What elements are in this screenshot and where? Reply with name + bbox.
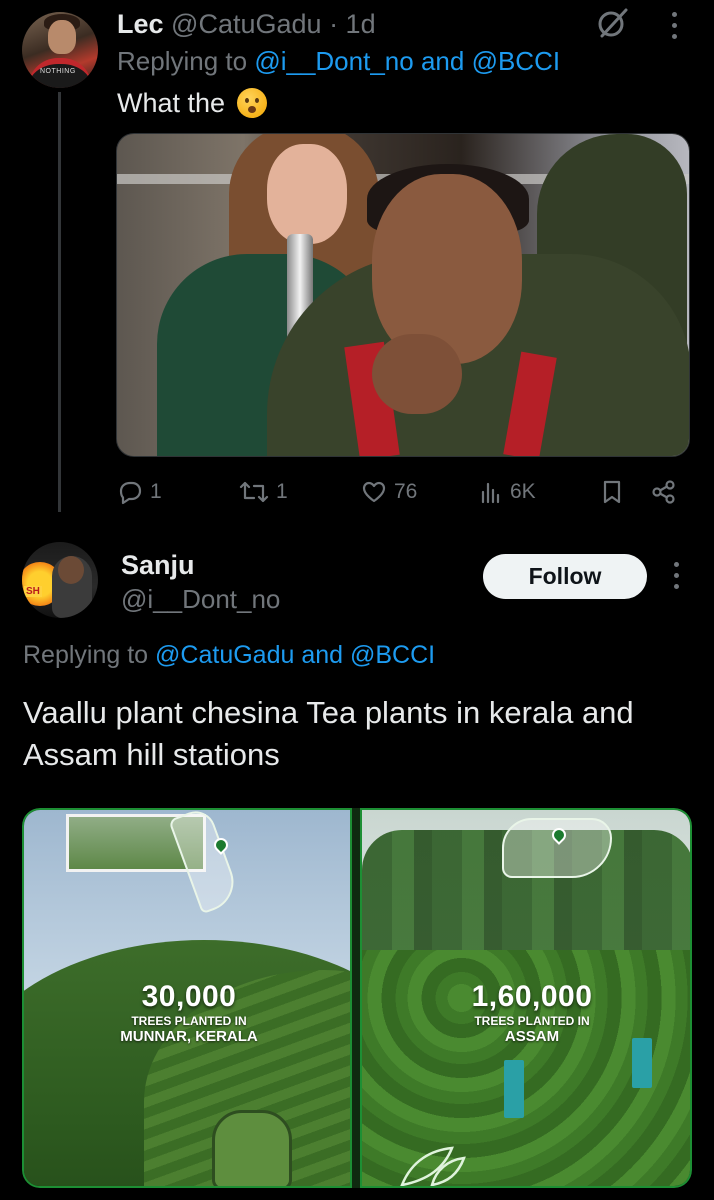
- tweet-text: Vaallu plant chesina Tea plants in keral…: [23, 695, 634, 772]
- reply-button[interactable]: 1: [116, 472, 162, 512]
- more-options-icon[interactable]: [672, 562, 682, 592]
- author-handle[interactable]: @CatuGadu: [171, 9, 322, 39]
- like-button[interactable]: 76: [360, 472, 417, 512]
- stat-number: 30,000: [141, 980, 237, 1013]
- views-count: 6K: [510, 480, 536, 503]
- follow-button[interactable]: Follow: [483, 554, 647, 599]
- stat-card: 1,60,000 TREES PLANTED IN ASSAM: [442, 980, 622, 1045]
- tea-sack-icon: [212, 1110, 292, 1186]
- tweet-header: Lec @CatuGadu · 1d: [117, 8, 376, 40]
- stat-label: TREES PLANTED IN: [474, 1014, 590, 1028]
- retweet-icon: [239, 481, 269, 503]
- replying-to: Replying to @CatuGadu and @BCCI: [23, 641, 435, 670]
- share-icon: [652, 480, 675, 504]
- mention-link[interactable]: @BCCI: [350, 641, 435, 669]
- stat-place: ASSAM: [504, 1028, 560, 1045]
- replying-and: and: [420, 46, 465, 76]
- avatar[interactable]: SH: [22, 542, 98, 618]
- more-options-icon[interactable]: [670, 12, 680, 40]
- replying-to: Replying to @i__Dont_no and @BCCI: [117, 46, 560, 77]
- stat-number: 1,60,000: [471, 980, 593, 1013]
- tweet-media-image[interactable]: [116, 133, 690, 457]
- reply-count: 1: [150, 480, 162, 503]
- tweet-text-content: What the: [117, 88, 226, 118]
- share-button[interactable]: [650, 472, 678, 512]
- replying-prefix: Replying to: [117, 46, 248, 76]
- retweet-count: 1: [276, 480, 288, 503]
- mention-link[interactable]: @BCCI: [472, 46, 561, 76]
- tea-leaf-icon: [392, 1130, 472, 1186]
- tweet-text: What the: [117, 88, 267, 119]
- bookmark-icon: [603, 480, 621, 504]
- stat-label: TREES PLANTED IN: [131, 1014, 247, 1028]
- views-button[interactable]: 6K: [480, 472, 536, 512]
- tweet-time[interactable]: · 1d: [329, 9, 376, 39]
- thread-connector-line: [58, 92, 61, 512]
- stat-place: MUNNAR, KERALA: [120, 1028, 258, 1045]
- stat-card: 30,000 TREES PLANTED IN MUNNAR, KERALA: [84, 980, 294, 1045]
- replying-and: and: [301, 641, 344, 669]
- author-name[interactable]: Lec: [117, 9, 164, 39]
- avatar[interactable]: NOTHING: [22, 12, 98, 88]
- author-name[interactable]: Sanju: [121, 550, 195, 581]
- grok-icon[interactable]: [596, 6, 630, 40]
- astonished-face-icon: [236, 88, 267, 118]
- mention-link[interactable]: @CatuGadu: [155, 641, 294, 669]
- replying-prefix: Replying to: [23, 641, 149, 669]
- author-handle[interactable]: @i__Dont_no: [121, 584, 280, 615]
- media-image-kerala[interactable]: 30,000 TREES PLANTED IN MUNNAR, KERALA: [22, 808, 352, 1188]
- bookmark-button[interactable]: [600, 472, 624, 512]
- reply-icon: [119, 481, 142, 505]
- media-image-assam[interactable]: 1,60,000 TREES PLANTED IN ASSAM: [360, 808, 692, 1188]
- views-chart-icon: [481, 482, 500, 504]
- mention-link[interactable]: @i__Dont_no: [254, 46, 413, 76]
- retweet-button[interactable]: 1: [238, 472, 288, 512]
- heart-icon: [362, 481, 386, 503]
- tweet-action-bar: 1 1 76 6K: [116, 472, 696, 512]
- like-count: 76: [394, 480, 418, 503]
- tweet-media-grid: 30,000 TREES PLANTED IN MUNNAR, KERALA 1…: [22, 808, 692, 1188]
